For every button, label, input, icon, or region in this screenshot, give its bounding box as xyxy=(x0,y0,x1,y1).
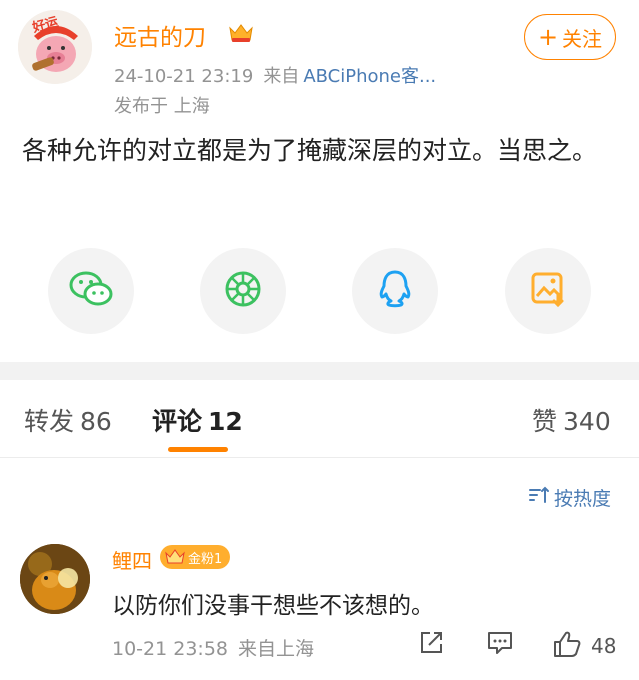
sort-icon xyxy=(528,486,554,509)
tab-like-count: 340 xyxy=(563,407,611,436)
comment-time: 10-21 23:58 xyxy=(112,638,229,660)
fan-badge: 金粉1 xyxy=(160,545,231,569)
tab-comment-count: 12 xyxy=(208,407,243,436)
tabs-divider xyxy=(0,457,639,458)
thumbs-up-icon xyxy=(552,631,582,662)
comment-repost-button[interactable] xyxy=(418,630,444,660)
tab-repost[interactable]: 转发 86 xyxy=(24,402,112,438)
qq-icon xyxy=(377,269,413,313)
post-source-prefix: 来自 xyxy=(263,66,300,87)
post-client-link[interactable]: ABCiPhone客... xyxy=(303,66,436,87)
comment-reply-button[interactable] xyxy=(486,630,514,660)
comment-meta: 10-21 23:58 来自上海 xyxy=(112,634,314,661)
active-tab-indicator xyxy=(168,447,228,452)
sort-by-hot-button[interactable]: 按热度 xyxy=(528,484,611,511)
author-avatar[interactable]: 好运 xyxy=(18,10,92,84)
post-text: 各种允许的对立都是为了掩藏深层的对立。当思之。 xyxy=(22,136,598,165)
post-meta: 24-10-21 23:19 来自 ABCiPhone客... xyxy=(114,62,436,88)
wechat-icon xyxy=(68,269,114,313)
share-moments-button[interactable] xyxy=(200,248,286,334)
fan-badge-label: 金粉1 xyxy=(188,551,223,567)
comment-source: 来自上海 xyxy=(238,638,315,660)
tab-like[interactable]: 赞 340 xyxy=(532,402,611,438)
tab-repost-label: 转发 xyxy=(24,407,75,436)
save-image-icon xyxy=(529,270,567,312)
comment-icon xyxy=(486,632,514,660)
comment-like-button[interactable] xyxy=(552,630,582,662)
post-time: 24-10-21 23:19 xyxy=(114,66,254,87)
tab-repost-count: 86 xyxy=(80,407,112,436)
plus-icon: + xyxy=(537,23,559,51)
share-qq-button[interactable] xyxy=(352,248,438,334)
follow-button[interactable]: + 关注 xyxy=(524,14,616,60)
sort-label: 按热度 xyxy=(554,488,612,510)
share-out-icon xyxy=(418,632,444,660)
share-wechat-button[interactable] xyxy=(48,248,134,334)
author-name[interactable]: 远古的刀 xyxy=(114,18,206,52)
moments-icon xyxy=(223,269,263,313)
vip-crown-icon xyxy=(228,22,254,44)
commenter-name[interactable]: 鲤四 xyxy=(112,545,152,574)
follow-label: 关注 xyxy=(562,26,603,51)
tab-comment-label: 评论 xyxy=(152,407,203,436)
comment-like-count: 48 xyxy=(591,634,617,658)
save-image-button[interactable] xyxy=(505,248,591,334)
tab-comment[interactable]: 评论 12 xyxy=(152,402,243,438)
comment-text: 以防你们没事干想些不该想的。 xyxy=(112,593,434,619)
tab-like-label: 赞 xyxy=(532,407,558,436)
post-location: 发布于 上海 xyxy=(114,96,210,117)
commenter-avatar[interactable] xyxy=(20,544,90,614)
section-divider xyxy=(0,362,639,380)
fan-crown-icon xyxy=(165,549,185,564)
